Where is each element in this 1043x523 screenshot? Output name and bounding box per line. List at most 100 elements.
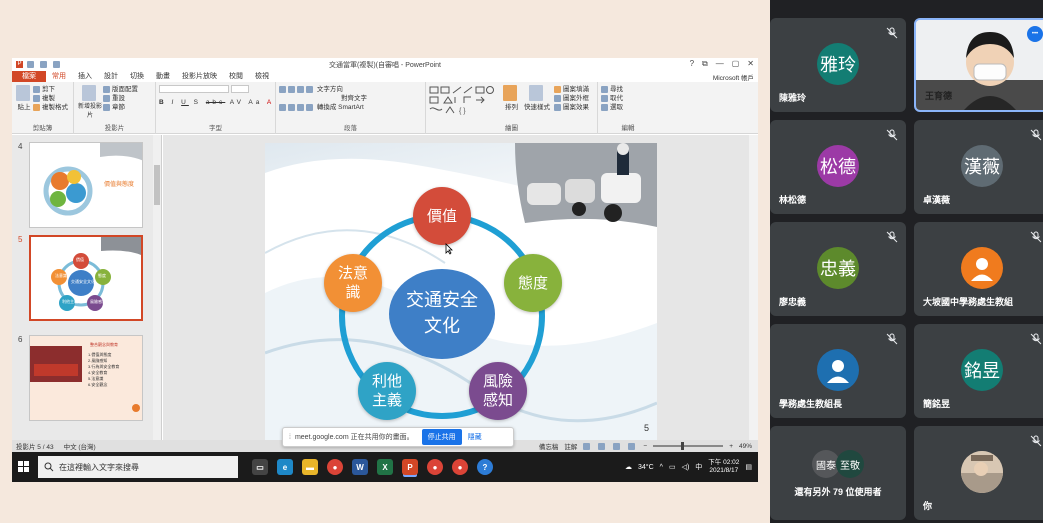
- font-size-box[interactable]: [230, 85, 249, 94]
- copy-button[interactable]: 複製: [33, 94, 68, 103]
- tab-transitions[interactable]: 切換: [124, 71, 150, 82]
- reading-view-icon[interactable]: [613, 442, 621, 450]
- slide-thumbnail-4[interactable]: 價值與態度: [29, 142, 143, 228]
- more-options-icon[interactable]: •••: [1027, 26, 1043, 42]
- align-center-icon[interactable]: [288, 103, 295, 111]
- bullets-icon[interactable]: [279, 85, 286, 93]
- font-color-button[interactable]: A: [267, 99, 274, 106]
- volume-icon[interactable]: ◁): [682, 463, 690, 471]
- clock[interactable]: 下午 02:02 2021/8/17: [708, 459, 739, 475]
- cycle-node-1[interactable]: 價值: [413, 187, 471, 245]
- cycle-node-4[interactable]: 利他 主義: [358, 362, 416, 420]
- cycle-node-3[interactable]: 風險 感知: [469, 362, 527, 420]
- participant-tile[interactable]: 銘昱 簡銘昱: [914, 324, 1043, 418]
- tab-file[interactable]: 檔案: [12, 71, 46, 82]
- replace-button[interactable]: 取代: [601, 94, 655, 103]
- quick-styles-button[interactable]: 快速樣式: [524, 85, 550, 115]
- layout-button[interactable]: 版面配置: [103, 85, 138, 94]
- scrollbar-thumb[interactable]: [154, 165, 160, 205]
- notification-icon[interactable]: ▤: [745, 463, 752, 471]
- tab-animations[interactable]: 動畫: [150, 71, 176, 82]
- chevron-up-icon[interactable]: ^: [660, 464, 663, 471]
- align-text-button[interactable]: 對齊文字: [341, 95, 367, 102]
- zoom-slider[interactable]: [653, 442, 724, 450]
- find-button[interactable]: 尋找: [601, 85, 655, 94]
- tab-insert[interactable]: 插入: [72, 71, 98, 82]
- comments-button[interactable]: 註解: [564, 441, 577, 451]
- thumbnails-scrollbar[interactable]: [153, 135, 161, 440]
- paste-button[interactable]: 貼上: [15, 85, 33, 112]
- zoom-level[interactable]: 49%: [739, 443, 752, 450]
- close-button[interactable]: ✕: [747, 59, 754, 69]
- stop-sharing-button[interactable]: 停止共用: [421, 429, 462, 445]
- slide-sorter-icon[interactable]: [598, 442, 606, 450]
- align-right-icon[interactable]: [297, 103, 304, 111]
- align-left-icon[interactable]: [279, 103, 286, 111]
- slide-thumbnail-6[interactable]: 整合觀念與教育 1.價值與態度 2.風險感知 3.行為與安全教育 4.安全教育 …: [29, 335, 143, 421]
- slide-scrollbar[interactable]: [749, 135, 758, 440]
- shapes-gallery-icon[interactable]: { }: [429, 85, 499, 115]
- chrome-icon[interactable]: ●: [327, 459, 343, 475]
- participant-tile[interactable]: 大坡國中學務處生教組: [914, 222, 1043, 316]
- language-indicator[interactable]: 中文 (台灣): [64, 441, 96, 451]
- normal-view-icon[interactable]: [583, 442, 591, 450]
- participant-tile[interactable]: 國泰 至敬 還有另外 79 位使用者: [770, 426, 906, 520]
- italic-button[interactable]: I: [172, 99, 177, 106]
- text-direction-button[interactable]: 文字方向: [317, 86, 343, 93]
- network-icon[interactable]: ▭: [669, 463, 676, 471]
- task-view-icon[interactable]: ▭: [252, 459, 268, 475]
- format-painter-button[interactable]: 複製格式: [33, 103, 68, 112]
- notes-button[interactable]: 備忘稿: [539, 441, 559, 451]
- shape-fill-button[interactable]: 圖案填滿: [554, 85, 589, 94]
- slide-thumbnail-5[interactable]: 價值 態度 風險感知 利他主義 法意識 交通安全文化: [29, 235, 143, 321]
- weather-temp[interactable]: 34°C: [638, 464, 654, 471]
- strikethrough-button[interactable]: abc: [206, 99, 225, 106]
- participant-tile[interactable]: 松德 林松德: [770, 120, 906, 214]
- tab-review[interactable]: 校閱: [223, 71, 249, 82]
- tab-view[interactable]: 檢視: [249, 71, 275, 82]
- hide-button[interactable]: 隱藏: [468, 432, 482, 442]
- maximize-button[interactable]: ▢: [732, 59, 740, 69]
- justify-icon[interactable]: [306, 103, 313, 111]
- cut-button[interactable]: 剪下: [33, 85, 68, 94]
- spacing-button[interactable]: AV: [230, 99, 244, 106]
- windows-start-icon[interactable]: [12, 452, 36, 482]
- file-explorer-icon[interactable]: ▬: [302, 459, 318, 475]
- change-case-button[interactable]: Aa: [248, 99, 262, 106]
- tab-home[interactable]: 常用: [46, 71, 72, 82]
- minimize-button[interactable]: —: [716, 59, 724, 69]
- word-icon[interactable]: W: [352, 459, 368, 475]
- new-slide-button[interactable]: 新增投影片: [77, 85, 103, 119]
- underline-button[interactable]: U: [181, 99, 189, 106]
- arrange-button[interactable]: 排列: [503, 85, 520, 115]
- chrome-icon[interactable]: ●: [452, 459, 468, 475]
- font-name-box[interactable]: [159, 85, 229, 94]
- participant-tile[interactable]: 漢薇 卓漢薇: [914, 120, 1043, 214]
- powerpoint-icon[interactable]: P: [402, 459, 418, 475]
- indent-icon[interactable]: [297, 85, 304, 93]
- numbering-icon[interactable]: [288, 85, 295, 93]
- tab-design[interactable]: 設計: [98, 71, 124, 82]
- drag-handle-icon[interactable]: ⁞: [289, 434, 291, 441]
- participant-tile[interactable]: 忠義 廖忠義: [770, 222, 906, 316]
- shape-effects-button[interactable]: 圖案效果: [554, 103, 589, 112]
- cycle-node-2[interactable]: 態度: [504, 254, 562, 312]
- smartart-button[interactable]: 轉換成 SmartArt: [317, 104, 364, 111]
- help-icon[interactable]: ?: [477, 459, 493, 475]
- ime-indicator[interactable]: 中: [695, 462, 702, 472]
- section-button[interactable]: 章節: [103, 103, 138, 112]
- chrome-icon[interactable]: ●: [427, 459, 443, 475]
- participant-tile[interactable]: 雅玲 陳雅玲: [770, 18, 906, 112]
- excel-icon[interactable]: X: [377, 459, 393, 475]
- slideshow-icon[interactable]: [628, 442, 636, 450]
- shape-outline-button[interactable]: 圖案外框: [554, 94, 589, 103]
- account-label[interactable]: Microsoft 帳戶: [713, 72, 754, 82]
- line-spacing-icon[interactable]: [306, 85, 313, 93]
- ribbon-display-button[interactable]: ⧉: [702, 59, 708, 69]
- edge-icon[interactable]: e: [277, 459, 293, 475]
- select-button[interactable]: 選取: [601, 103, 655, 112]
- shadow-button[interactable]: S: [194, 99, 201, 106]
- taskbar-search[interactable]: 在這裡輸入文字來搜尋: [38, 456, 238, 478]
- participant-tile[interactable]: 你: [914, 426, 1043, 520]
- help-button[interactable]: ?: [690, 59, 694, 69]
